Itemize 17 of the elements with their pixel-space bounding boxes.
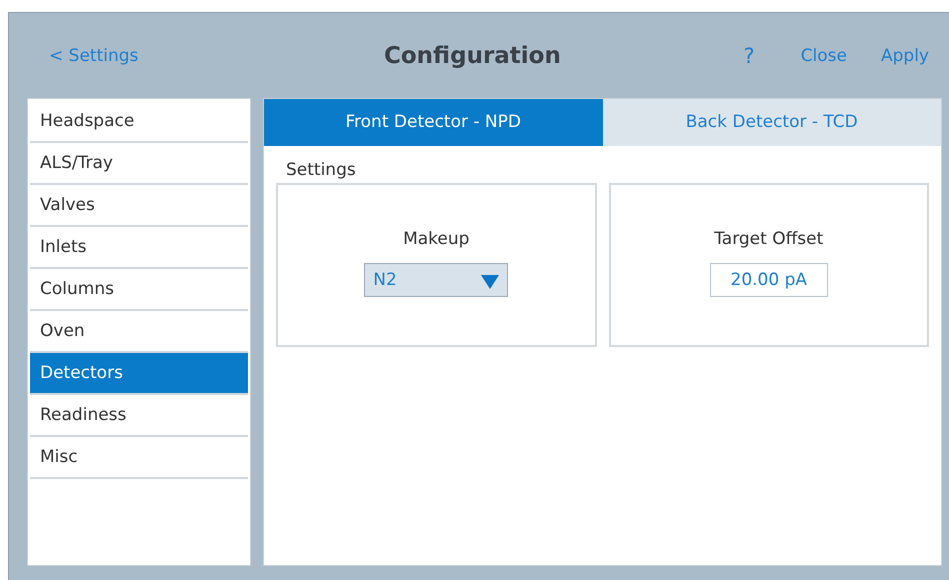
setting-label: Makeup: [403, 229, 470, 249]
sidebar-item[interactable]: Misc: [30, 437, 248, 479]
input-field[interactable]: 20.00 pA: [710, 263, 828, 297]
sidebar-item[interactable]: ALS/Tray: [30, 143, 248, 185]
caret-icon: [481, 275, 500, 289]
sidebar-item[interactable]: Headspace: [30, 101, 248, 143]
sidebar-item[interactable]: Valves: [30, 185, 248, 227]
section-title: Settings: [286, 160, 356, 180]
sidebar-item[interactable]: Columns: [30, 269, 248, 311]
detector-tab[interactable]: Front Detector - NPD: [264, 99, 602, 146]
setting-label: Target Offset: [714, 229, 824, 249]
sidebar-item[interactable]: Detectors: [30, 353, 248, 395]
makeup-dropdown[interactable]: N2: [364, 263, 508, 297]
sidebar-item[interactable]: Readiness: [30, 395, 248, 437]
sidebar-item[interactable]: Inlets: [30, 227, 248, 269]
detector-tab[interactable]: Back Detector - TCD: [602, 99, 941, 146]
page-title: Configuration: [384, 42, 561, 68]
